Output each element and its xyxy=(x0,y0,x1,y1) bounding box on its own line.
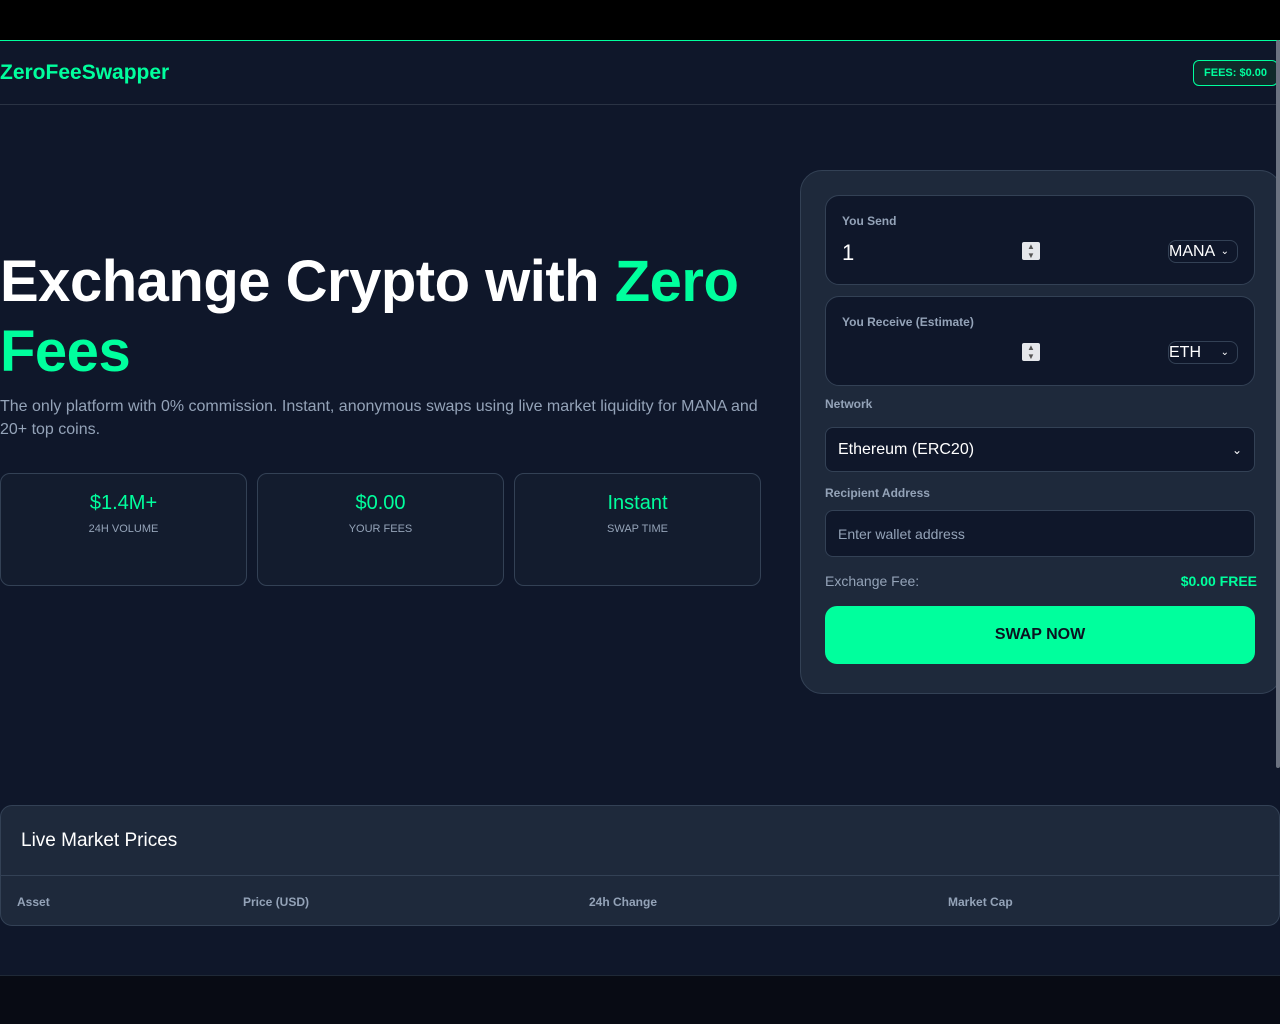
chevron-down-icon: ⌄ xyxy=(1231,442,1242,457)
send-coin-select[interactable]: MANA ⌄ xyxy=(1168,240,1238,263)
stat-card-speed: Instant SWAP TIME xyxy=(514,473,761,586)
chevron-down-icon: ⌄ xyxy=(1220,246,1229,257)
stat-label: 24H VOLUME xyxy=(88,523,159,535)
recipient-address-input[interactable]: Enter wallet address xyxy=(825,510,1255,557)
exchange-fee-row: Exchange Fee: $0.00 FREE xyxy=(825,573,1257,589)
page: ZeroFeeSwapper FEES: $0.00 Exchange Cryp… xyxy=(0,40,1280,975)
receive-box: You Receive (Estimate) ▲ ▼ ETH ⌄ xyxy=(825,296,1255,386)
logo[interactable]: ZeroFeeSwapper xyxy=(0,61,169,85)
swap-now-button[interactable]: SWAP NOW xyxy=(825,606,1255,664)
send-amount-input[interactable]: 1 xyxy=(842,240,854,266)
recipient-label: Recipient Address xyxy=(825,486,930,500)
fees-badge: FEES: $0.00 xyxy=(1193,59,1278,86)
network-label: Network xyxy=(825,397,873,411)
receive-coin-value: ETH xyxy=(1169,343,1201,361)
stat-value: $0.00 xyxy=(355,492,406,514)
column-header-asset[interactable]: Asset xyxy=(17,895,50,909)
hero-title-text: Exchange Crypto with xyxy=(0,249,615,314)
table-header: Asset Price (USD) 24h Change Market Cap xyxy=(1,876,1279,925)
column-header-market-cap[interactable]: Market Cap xyxy=(948,895,1013,909)
footer-area xyxy=(0,975,1280,1024)
scrollbar[interactable] xyxy=(1276,40,1280,768)
stat-label: SWAP TIME xyxy=(607,523,668,535)
stat-card-volume: $1.4M+ 24H VOLUME xyxy=(0,473,247,586)
column-header-change[interactable]: 24h Change xyxy=(589,895,657,909)
stat-label: YOUR FEES xyxy=(348,523,413,535)
hero-subtitle: The only platform with 0% commission. In… xyxy=(0,398,758,438)
receive-amount-stepper[interactable]: ▲ ▼ xyxy=(1022,343,1040,361)
market-prices-table: Live Market Prices Asset Price (USD) 24h… xyxy=(0,805,1280,926)
exchange-fee-label: Exchange Fee: xyxy=(825,573,920,589)
top-black-bar xyxy=(0,0,1280,40)
market-title: Live Market Prices xyxy=(1,806,1279,876)
stat-card-fees: $0.00 YOUR FEES xyxy=(257,473,504,586)
stat-value: Instant xyxy=(607,492,668,514)
column-header-price[interactable]: Price (USD) xyxy=(243,895,309,909)
exchange-fee-value: $0.00 FREE xyxy=(1180,573,1257,589)
swap-card: You Send 1 ▲ ▼ MANA ⌄ You Receive (Estima… xyxy=(800,170,1280,694)
network-value: Ethereum (ERC20) xyxy=(838,440,975,458)
stats-row: $1.4M+ 24H VOLUME $0.00 YOUR FEES Instan… xyxy=(0,473,761,586)
send-amount-stepper[interactable]: ▲ ▼ xyxy=(1022,242,1040,260)
receive-label: You Receive (Estimate) xyxy=(842,315,974,329)
receive-coin-select[interactable]: ETH ⌄ xyxy=(1168,341,1238,364)
chevron-down-icon: ⌄ xyxy=(1220,347,1229,358)
send-coin-value: MANA xyxy=(1169,242,1216,260)
stat-value: $1.4M+ xyxy=(89,492,158,514)
network-select[interactable]: Ethereum (ERC20) ⌄ xyxy=(825,427,1255,472)
send-label: You Send xyxy=(842,214,897,228)
header: ZeroFeeSwapper FEES: $0.00 xyxy=(0,41,1280,105)
hero-title: Exchange Crypto with Zero Fees xyxy=(0,247,780,387)
send-box: You Send 1 ▲ ▼ MANA ⌄ xyxy=(825,195,1255,285)
